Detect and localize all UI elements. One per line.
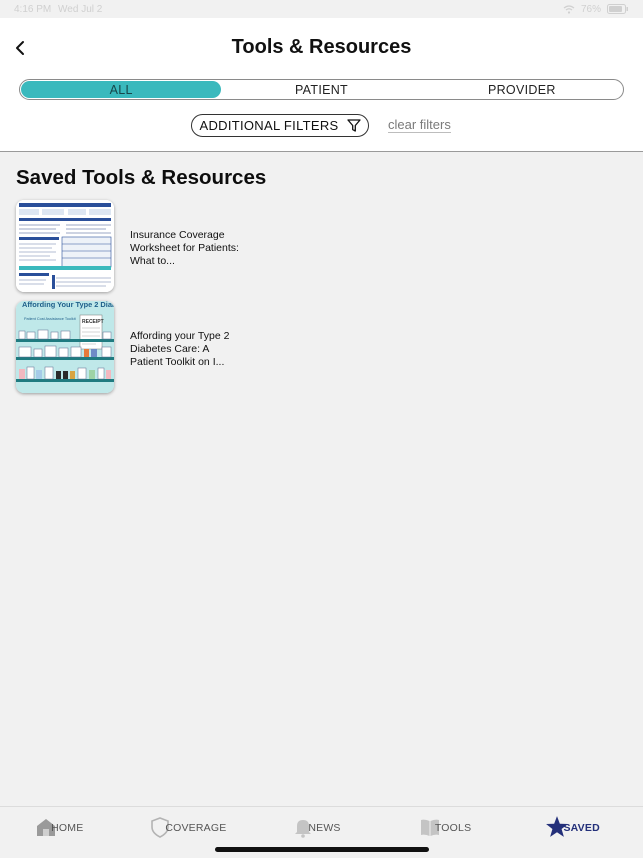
tab-tools-label: TOOLS: [434, 822, 472, 834]
additional-filters-button[interactable]: ADDITIONAL FILTERS: [191, 114, 369, 137]
page-title: Tools & Resources: [231, 36, 412, 58]
tab-home-label: HOME: [51, 822, 84, 834]
toolkit-subheading: Patient Cost Assistance Toolkit: [24, 317, 77, 321]
tab-news-label: NEWS: [308, 822, 341, 834]
status-time: 4:16 PM: [14, 3, 52, 15]
toolkit-heading: Affording Your Type 2 Diabetes Care: [22, 301, 114, 309]
resource-title: Affording your Type 2 Diabetes Care: A P…: [130, 330, 230, 368]
segment-provider[interactable]: PROVIDER: [422, 81, 622, 98]
battery-percent: 76%: [580, 3, 601, 15]
wifi-icon: [563, 4, 575, 14]
worksheet-thumbnail: [16, 200, 114, 292]
status-time-date: 4:16 PM Wed Jul 2: [14, 4, 102, 15]
audience-segmented-control: ALL PATIENT PROVIDER: [19, 79, 624, 100]
tab-coverage-label: COVERAGE: [165, 822, 227, 834]
filters-row: ADDITIONAL FILTERS clear filters: [0, 114, 643, 138]
toolkit-thumbnail-graphic: Affording Your Type 2 Diabetes Care Pati…: [16, 301, 114, 393]
status-date: Wed Jul 2: [58, 3, 103, 15]
saved-resource-item[interactable]: Affording Your Type 2 Diabetes Care Pati…: [16, 301, 316, 395]
tab-saved[interactable]: SAVED: [514, 807, 643, 858]
status-bar: 4:16 PM Wed Jul 2 76%: [0, 0, 643, 18]
toolkit-thumbnail: Affording Your Type 2 Diabetes Care Pati…: [16, 301, 114, 393]
header: Tools & Resources ALL PATIENT PROVIDER A…: [0, 18, 643, 152]
segment-all[interactable]: ALL: [21, 81, 222, 98]
additional-filters-label: ADDITIONAL FILTERS: [199, 118, 339, 133]
status-right: 76%: [563, 4, 629, 15]
saved-resource-item[interactable]: Insurance Coverage Worksheet for Patient…: [16, 200, 316, 294]
battery-icon: [607, 4, 628, 14]
clear-filters-link[interactable]: clear filters: [388, 117, 451, 133]
segment-patient[interactable]: PATIENT: [221, 81, 421, 98]
tab-home[interactable]: HOME: [0, 807, 129, 858]
tab-saved-label: SAVED: [563, 822, 600, 834]
receipt-label: RECEIPT: [82, 319, 104, 325]
home-indicator: [215, 847, 429, 852]
worksheet-thumbnail-graphic: [16, 200, 114, 292]
resource-title: Insurance Coverage Worksheet for Patient…: [130, 229, 239, 267]
funnel-icon: [346, 119, 361, 132]
section-title: Saved Tools & Resources: [16, 166, 267, 189]
